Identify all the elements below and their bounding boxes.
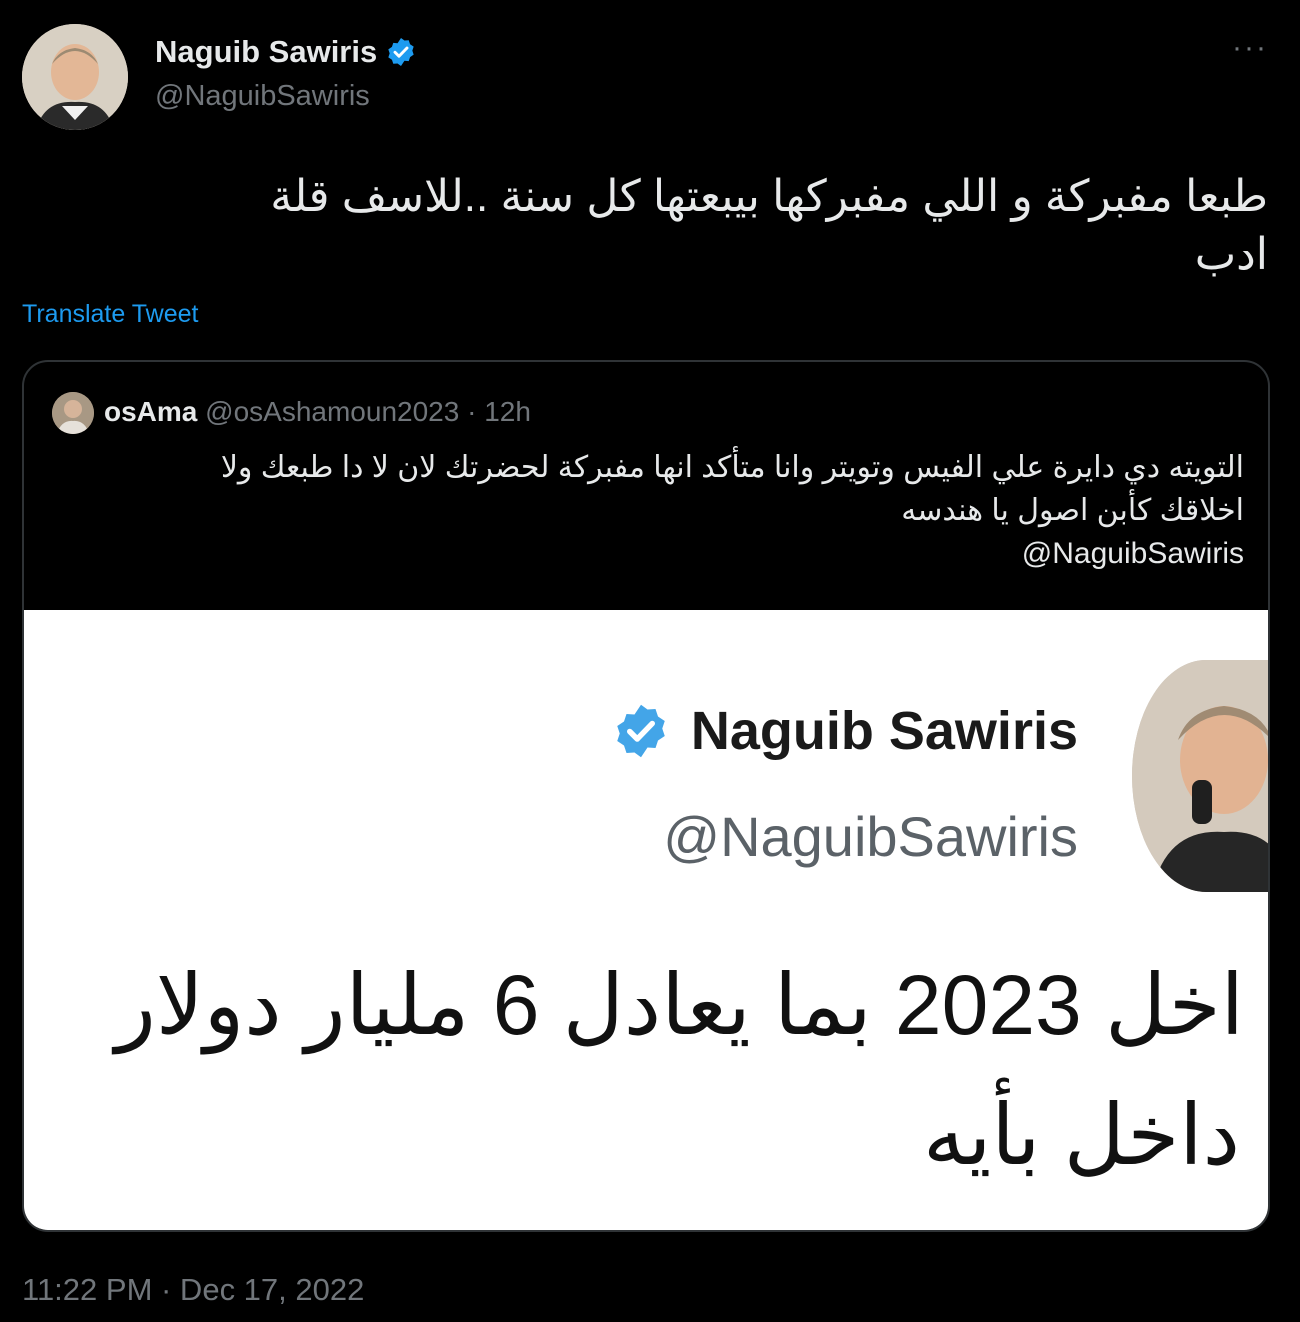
quote-author-name[interactable]: osAma (104, 396, 197, 427)
quote-attached-image[interactable]: Naguib Sawiris @NaguibSawiris اخل 2023 ب… (24, 610, 1268, 1230)
tweet-timestamp[interactable]: 11:22 PM · Dec 17, 2022 (22, 1272, 364, 1308)
verified-badge-icon (385, 36, 417, 68)
more-horizontal-icon[interactable]: ··· (1228, 33, 1272, 66)
author-handle[interactable]: @NaguibSawiris (155, 80, 370, 113)
quote-text: التويته دي دايرة علي الفيس وتويتر وانا م… (94, 446, 1244, 575)
quote-tweet-card[interactable]: osAma @osAshamoun2023 · 12h التويته دي د… (22, 360, 1270, 1232)
image-verified-badge-icon (611, 701, 671, 761)
quote-meta: osAma @osAshamoun2023 · 12h (104, 396, 531, 428)
quote-text-line2: اخلاقك كأبن اصول يا هندسه (901, 494, 1244, 527)
image-author-name: Naguib Sawiris (690, 701, 1078, 761)
image-text-line2: داخل بأيه (922, 1088, 1240, 1182)
quote-text-line1: التويته دي دايرة علي الفيس وتويتر وانا م… (220, 451, 1244, 484)
quote-mention[interactable]: @NaguibSawiris (94, 532, 1244, 575)
image-text-line1: اخل 2023 بما يعادل 6 مليار دولار (115, 958, 1244, 1052)
image-author-handle: @NaguibSawiris (663, 805, 1078, 868)
image-author-name-row: Naguib Sawiris (611, 700, 1078, 762)
quote-separator: · (459, 396, 485, 427)
tweet-text-line2: ادب (1194, 230, 1268, 279)
quote-age[interactable]: 12h (484, 396, 531, 427)
translate-tweet-link[interactable]: Translate Tweet (22, 300, 198, 329)
quote-author-handle[interactable]: @osAshamoun2023 (205, 396, 459, 427)
author-name-row[interactable]: Naguib Sawiris (155, 34, 417, 70)
author-avatar[interactable] (22, 24, 128, 130)
image-author-avatar (1132, 660, 1268, 892)
tweet-text: طبعا مفبركة و اللي مفبركها بيبعتها كل سن… (88, 168, 1268, 284)
tweet-text-line1: طبعا مفبركة و اللي مفبركها بيبعتها كل سن… (270, 172, 1268, 221)
author-name[interactable]: Naguib Sawiris (155, 34, 377, 70)
quote-author-avatar[interactable] (52, 392, 94, 434)
